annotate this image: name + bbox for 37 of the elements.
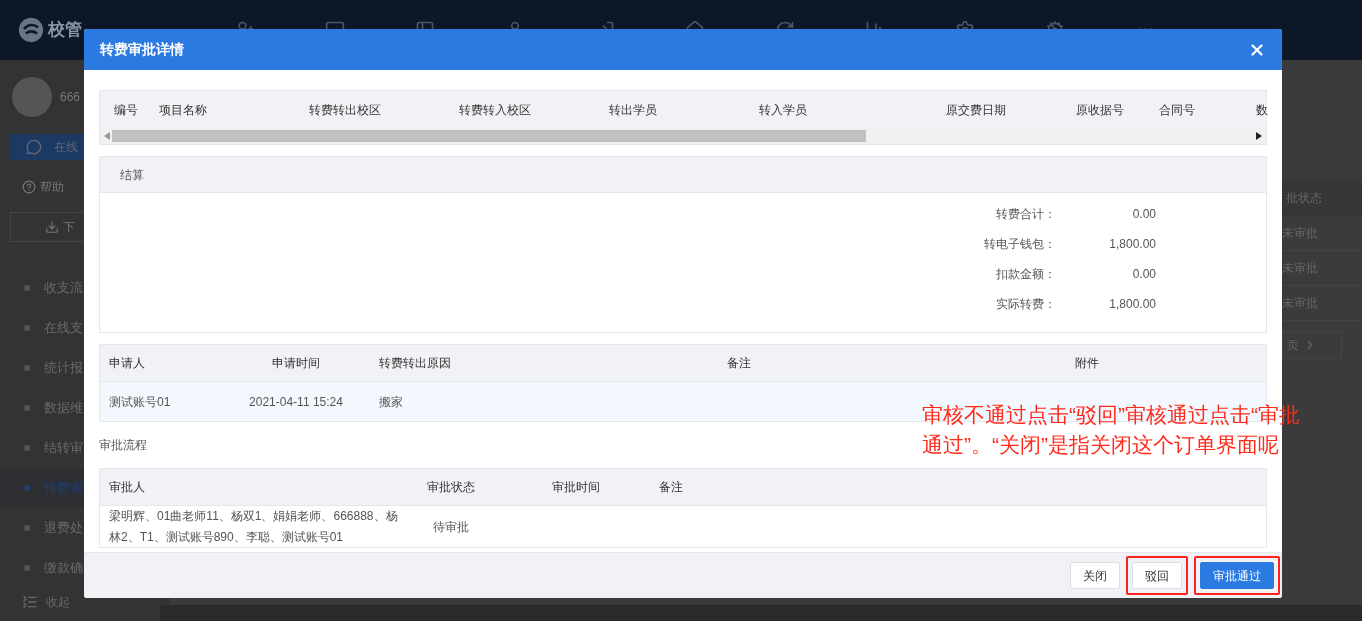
column-header: 数 <box>1256 102 1268 117</box>
summary-value: 1,800.00 <box>1109 237 1156 251</box>
column-header: 备注 <box>659 479 683 496</box>
logo-text: 校管 <box>48 19 82 42</box>
summary-value: 0.00 <box>1132 267 1156 281</box>
table-cell-text: 搬家 <box>379 393 403 411</box>
column-header: 申请时间 <box>272 355 320 372</box>
summary-label: 扣款金额： <box>996 267 1056 281</box>
summary-value: 0.00 <box>1132 207 1156 221</box>
dialog-title: 转费审批详情 <box>100 40 184 59</box>
column-header: 申请人 <box>109 355 145 372</box>
column-header: 转费转出原因 <box>379 355 451 372</box>
column-header: 转费转入校区 <box>459 102 531 117</box>
column-header: 审批时间 <box>552 479 600 496</box>
column-header: 合同号 <box>1159 102 1195 117</box>
table-cell-text: 梁明辉、01曲老师11、杨双1、娟娟老师、666888、杨林2、T1、测试账号890、李聪、测试账号01 <box>109 507 399 546</box>
column-header: 备注 <box>727 355 751 372</box>
table-cell-text: 测试账号01 <box>109 393 171 411</box>
user-name: 666 <box>60 89 81 106</box>
column-header: 编号 <box>114 102 138 117</box>
summary-label: 转费合计： <box>996 207 1056 221</box>
column-header: 审批状态 <box>427 479 475 496</box>
table-cell-text: 2021-04-11 15:24 <box>249 393 343 411</box>
table-cell-text: 待审批 <box>433 518 469 536</box>
column-header: 附件 <box>1075 355 1099 372</box>
column-header: 原收据号 <box>1076 102 1124 117</box>
panel-title: 结算 <box>120 166 144 184</box>
summary-value: 1,800.00 <box>1109 297 1156 311</box>
column-header: 原交费日期 <box>946 102 1006 117</box>
column-header: 转入学员 <box>759 102 807 117</box>
section-title: 审批流程 <box>99 437 147 454</box>
column-header: 转费转出校区 <box>309 102 381 117</box>
summary-label: 实际转费： <box>996 297 1056 311</box>
column-header: 审批人 <box>109 479 145 496</box>
summary-label: 转电子钱包： <box>984 237 1056 251</box>
column-header: 转出学员 <box>609 102 657 117</box>
column-header: 项目名称 <box>159 102 207 117</box>
